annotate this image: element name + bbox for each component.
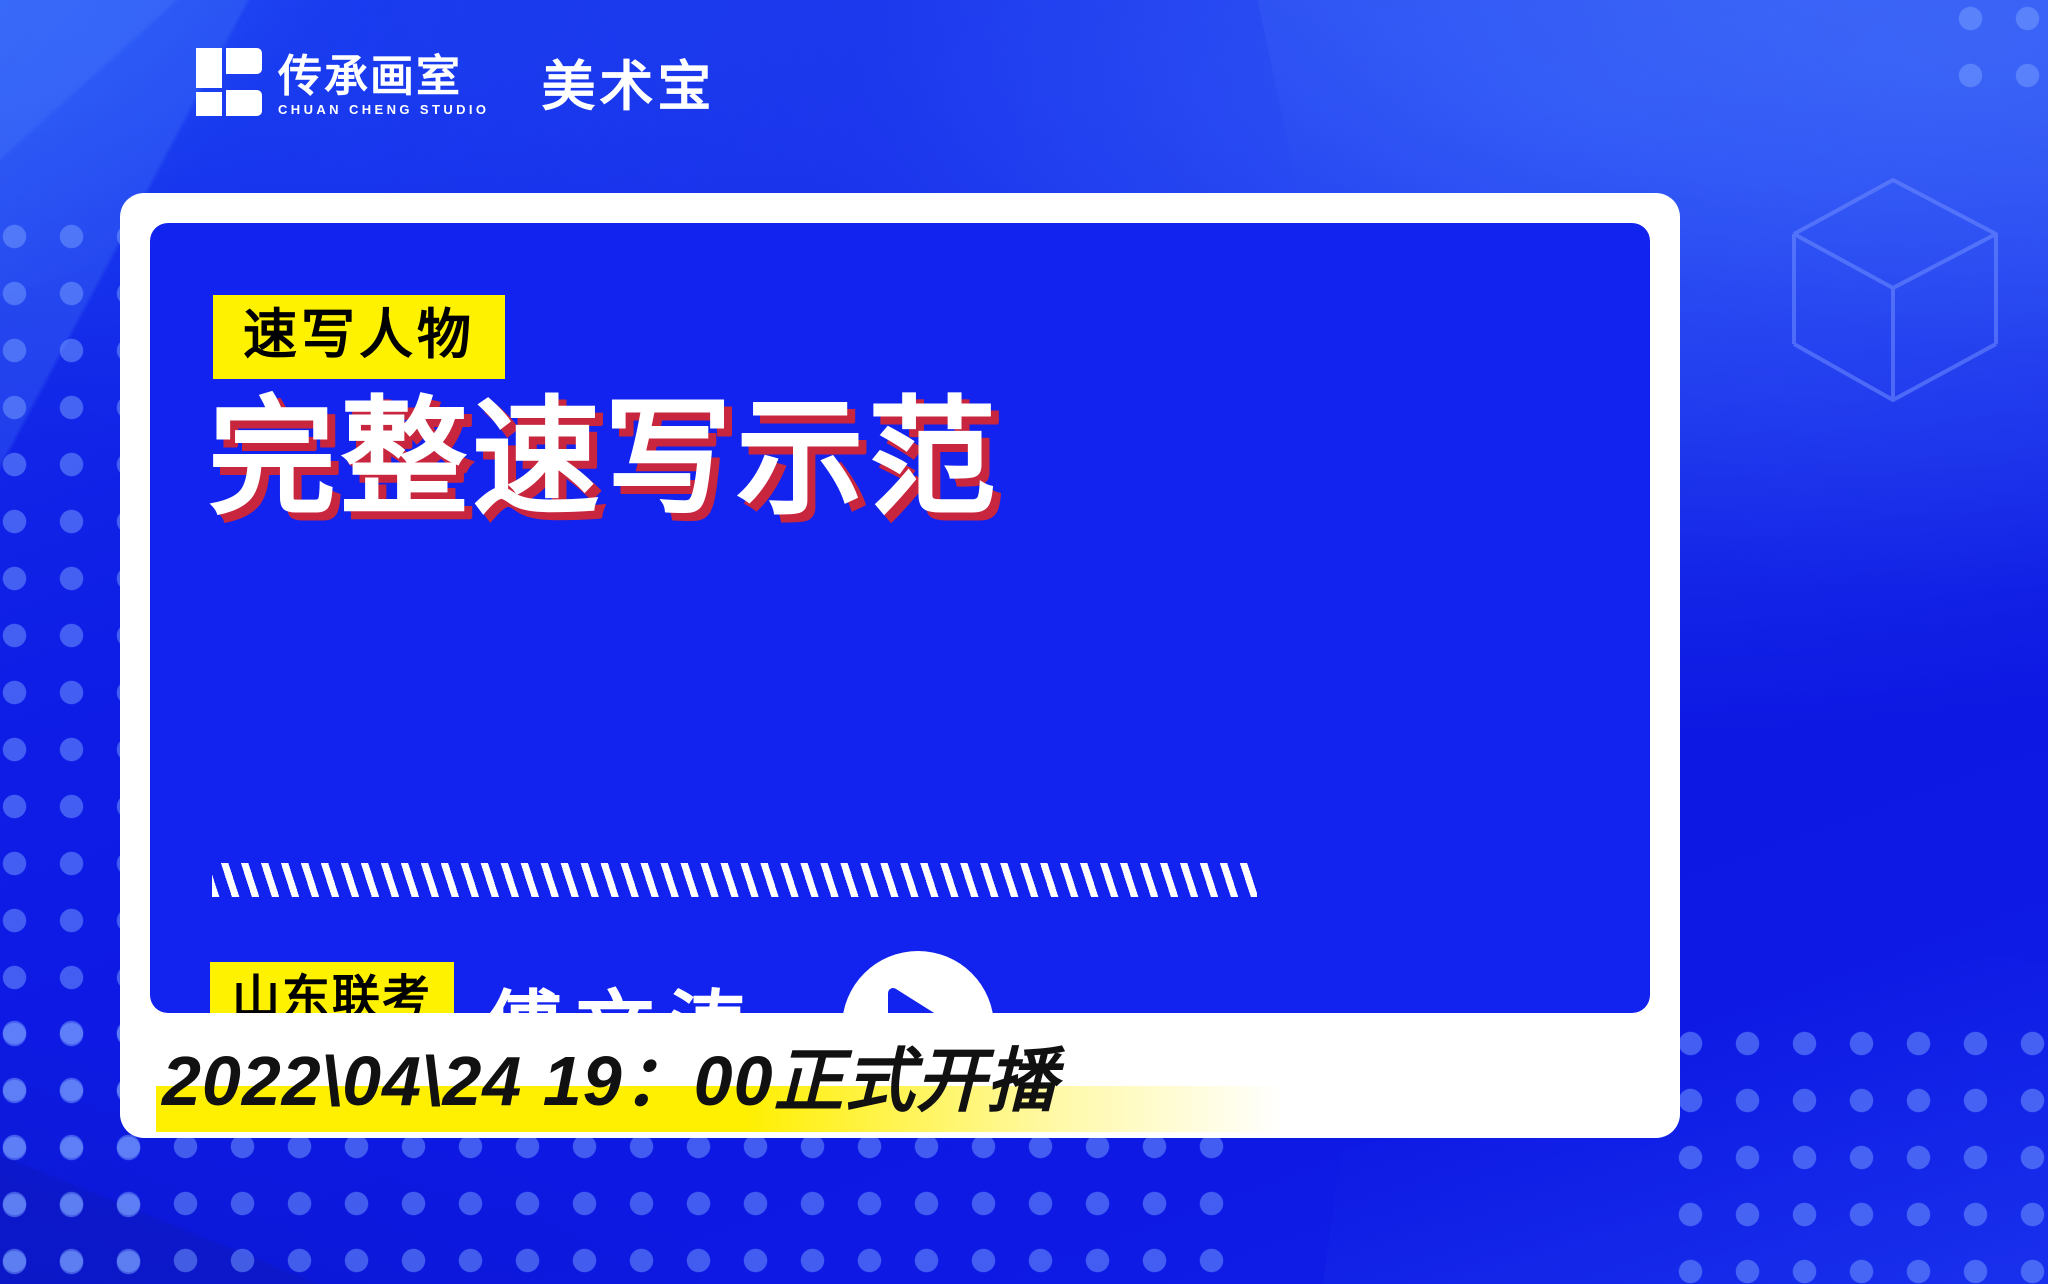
instructor-name: 傅文涛 [484,988,760,1013]
schedule-row: 2022\04\24 19：00正式开播 [120,1038,1680,1138]
studio-logo[interactable]: 传承画室 CHUAN CHENG STUDIO [196,48,489,116]
instructor-badge: 山东联考 速写名师 [210,962,455,1013]
wireframe-cube-icon [1792,178,1998,402]
poster-canvas: 传承画室 CHUAN CHENG STUDIO 美术宝 速写人物 完整速写示范 … [0,0,2048,1284]
blue-panel: 速写人物 完整速写示范 山东联考 速写名师 傅文涛 [150,223,1650,1013]
page-title: 完整速写示范 [208,387,1001,530]
chuancheng-mark-icon [196,48,262,116]
play-icon [888,988,935,1013]
schedule-text: 2022\04\24 19：00正式开播 [162,1042,1058,1120]
instructor-row: 山东联考 速写名师 傅文涛 [210,951,995,1013]
dot-grid-pattern-right [1662,1015,2048,1284]
play-button[interactable] [842,951,995,1013]
instructor-badge-line1: 山东联考 [232,972,433,1013]
partner-logo-meishubao[interactable]: 美术宝 [541,60,715,114]
category-tag: 速写人物 [213,295,505,379]
studio-logo-cn-name: 传承画室 [278,52,462,101]
diagonal-stripe-divider [212,863,1257,897]
header-logos: 传承画室 CHUAN CHENG STUDIO 美术宝 [196,48,715,116]
studio-logo-en-name: CHUAN CHENG STUDIO [278,102,490,117]
content-card: 速写人物 完整速写示范 山东联考 速写名师 傅文涛 2022\04\24 19：… [120,193,1680,1138]
dot-grid-pattern-top-right [1942,0,2048,110]
